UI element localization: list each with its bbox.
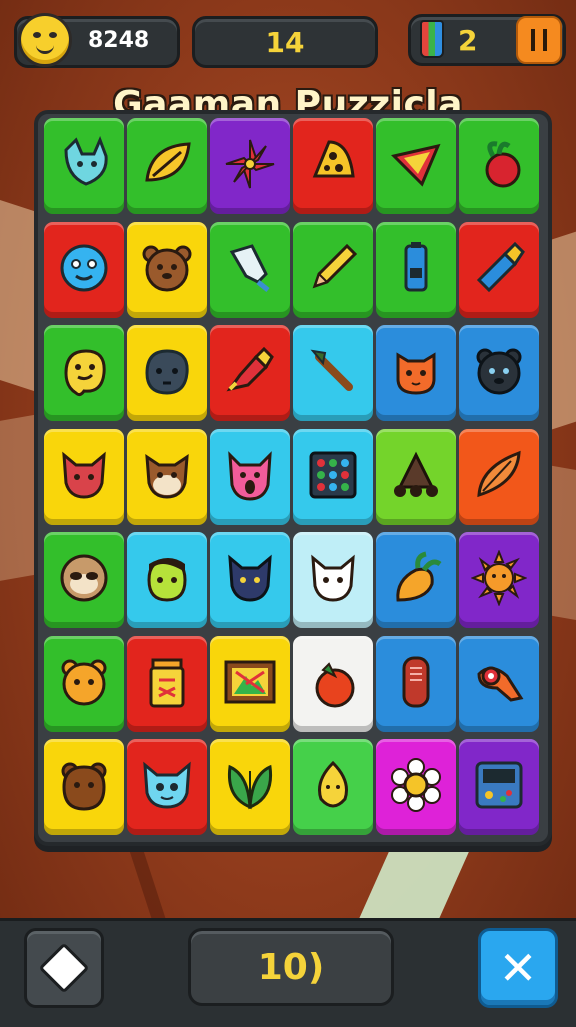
tile-battery[interactable] [376,221,456,318]
red-cat-icon [56,447,112,507]
bear-face-icon [139,240,195,300]
blue-cat-icon [139,757,195,817]
cheese-icon [305,136,361,196]
white-cat-icon [305,550,361,610]
floor-stripe [354,838,476,928]
close-icon: ✕ [498,941,538,995]
daisy-icon [388,757,444,817]
tile-dark-blob-face[interactable] [127,325,207,421]
tile-leaf-pair[interactable] [210,739,290,835]
navy-cat-icon [222,550,278,610]
close-button[interactable]: ✕ [478,928,558,1008]
tile-brown-bear[interactable] [44,739,124,835]
hamster-icon [139,447,195,507]
tile-jar[interactable] [127,635,207,732]
tile-picture-frame[interactable] [210,635,290,732]
tile-lemon[interactable] [293,739,373,835]
tile-dot-grid[interactable] [293,428,373,525]
game-console-icon [471,757,527,817]
picture-frame-icon [222,654,278,714]
pause-button[interactable] [516,16,562,64]
green-boy-icon [139,550,195,610]
radish-icon [471,136,527,196]
tile-feather[interactable] [459,428,539,525]
tile-leaf[interactable] [127,118,207,214]
marker-icon [222,343,278,403]
tile-daisy[interactable] [376,739,456,835]
puzzle-board [34,110,552,846]
horn-icon [471,654,527,714]
tile-green-boy[interactable] [127,532,207,628]
battery-icon [388,240,444,300]
carrot-icon [388,550,444,610]
tile-brush[interactable] [293,325,373,421]
crayon-icon [471,240,527,300]
coins-counter: 8248 [88,28,150,53]
tile-bear-face[interactable] [127,221,207,318]
tile-orange-bear[interactable] [44,635,124,732]
tile-blue-face[interactable] [44,221,124,318]
tile-capsule[interactable] [376,635,456,732]
jar-icon [139,654,195,714]
feather-icon [471,447,527,507]
orange-bear-icon [56,654,112,714]
sloth-icon [56,550,112,610]
tile-navy-cat[interactable] [210,532,290,628]
tile-pink-pig[interactable] [210,428,290,525]
cart-icon [388,447,444,507]
tile-crystal[interactable] [210,221,290,318]
tile-flower[interactable] [210,118,290,214]
leaf-pair-icon [222,757,278,817]
paint-pot-icon [420,20,444,58]
fox-head-icon [56,135,112,196]
lives-counter: 2 [458,24,478,57]
diamond-icon [38,942,90,994]
moves-counter: 14 [192,16,378,68]
dark-blob-face-icon [139,343,195,403]
nacho-icon [388,136,444,196]
tile-white-cat[interactable] [293,532,373,628]
tile-red-cat[interactable] [44,428,124,525]
tile-horn[interactable] [459,635,539,732]
tile-blue-cat[interactable] [127,739,207,835]
tile-orange-cat[interactable] [376,325,456,421]
tile-pencil[interactable] [293,221,373,318]
yellow-blob-face-icon [56,343,112,403]
pink-pig-icon [222,447,278,507]
black-cat-icon [471,343,527,403]
player-avatar-icon[interactable] [18,13,72,67]
pause-icon [531,29,547,51]
tile-cart[interactable] [376,428,456,525]
leaf-icon [139,136,195,196]
tile-carrot[interactable] [376,532,456,628]
brush-icon [305,343,361,403]
tile-sloth[interactable] [44,532,124,628]
tile-game-console[interactable] [459,739,539,835]
tile-marker[interactable] [210,325,290,421]
floor-line [125,838,169,928]
sun-icon [470,549,528,610]
tile-cheese[interactable] [293,118,373,214]
tile-yellow-blob-face[interactable] [44,325,124,421]
hint-button[interactable] [24,928,104,1008]
crystal-icon [222,240,278,300]
tile-tomato[interactable] [293,635,373,732]
tile-hamster[interactable] [127,428,207,525]
tile-nacho[interactable] [376,118,456,214]
lemon-icon [305,757,361,817]
score-display: 10) [188,928,394,1006]
tile-black-cat[interactable] [459,325,539,421]
tile-radish[interactable] [459,118,539,214]
tile-crayon[interactable] [459,221,539,318]
flower-icon [222,136,278,196]
dot-grid-icon [305,447,361,507]
capsule-icon [388,654,444,714]
blue-face-icon [56,240,112,300]
tile-fox-head[interactable] [44,118,124,214]
orange-cat-icon [388,343,444,403]
tile-sun[interactable] [459,532,539,628]
tomato-icon [305,654,361,714]
pencil-icon [305,240,361,300]
brown-bear-icon [56,757,112,817]
